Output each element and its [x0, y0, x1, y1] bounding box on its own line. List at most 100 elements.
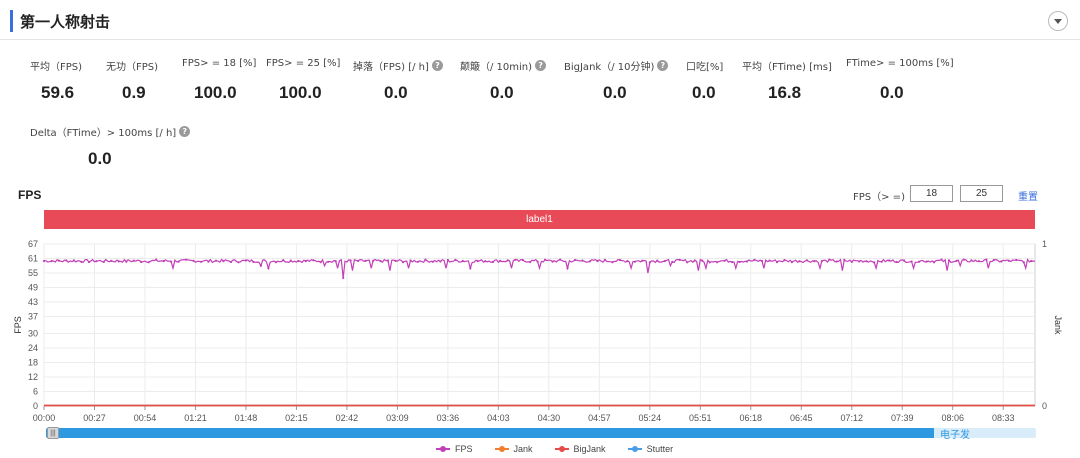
fps-point — [618, 258, 622, 262]
metric-value: 0.0 — [88, 149, 112, 168]
fps-point — [409, 259, 412, 262]
fps-point — [50, 260, 53, 263]
fps-point — [813, 260, 816, 263]
y-tick-label: 30 — [28, 328, 38, 338]
fps-point — [701, 259, 704, 262]
fps-point — [1007, 259, 1010, 262]
y-tick-label: 0 — [33, 401, 38, 411]
metric-value: 0.0 — [880, 83, 904, 102]
fps-point — [469, 267, 472, 270]
fps-point — [185, 258, 188, 261]
fps-point — [559, 258, 562, 261]
metric-fps-ge-18: FPS> = 18 [%] 100.0 — [182, 58, 256, 102]
fps-point — [357, 259, 360, 263]
fps-point — [947, 259, 951, 262]
fps-point — [626, 259, 629, 263]
x-tick-label: 00:27 — [83, 413, 106, 423]
fps-point — [125, 260, 128, 263]
section-header: 第一人称射击 — [10, 8, 110, 34]
legend-item-stutter[interactable]: Stutter — [627, 444, 673, 454]
metric-bigjank: BigJank（/ 10分钟)? 0.0 — [564, 58, 669, 102]
fps-point — [401, 261, 405, 264]
fps-point — [768, 259, 771, 262]
legend-swatch-stutter — [627, 446, 642, 452]
watermark-text: 电子发 — [940, 430, 970, 441]
help-icon[interactable]: ? — [657, 60, 669, 71]
fps-point — [72, 259, 75, 262]
reset-button[interactable]: 重置 — [1018, 188, 1038, 203]
fps-point — [880, 260, 883, 263]
fps-point — [603, 258, 607, 261]
x-tick-label: 08:06 — [941, 413, 964, 423]
fps-point — [573, 258, 577, 262]
fps-point — [394, 259, 397, 262]
fps-section-title: FPS — [18, 188, 42, 202]
legend-item-bigjank[interactable]: BigJank — [554, 444, 606, 454]
fps-point — [274, 261, 277, 264]
fps-point — [304, 260, 307, 263]
y2-tick-label: 1 — [1042, 239, 1047, 249]
legend-label: BigJank — [573, 444, 606, 454]
label-bar[interactable]: label1 — [44, 210, 1035, 229]
fps-point — [932, 261, 936, 264]
fps-chart[interactable]: 0 6 12 18 24 30 37 43 49 55 61 67 0 1 FPS Jank 00:00 00:2… — [0, 233, 1080, 423]
metric-value: 0.0 — [603, 83, 627, 102]
help-icon[interactable]: ? — [431, 60, 443, 71]
fps-point — [873, 261, 876, 264]
collapse-button[interactable] — [1048, 11, 1068, 31]
metric-value: 16.8 — [768, 83, 802, 102]
fps-point — [110, 259, 113, 262]
fps-threshold-input-2[interactable] — [960, 185, 1003, 202]
fps-point — [835, 260, 838, 263]
header-divider — [0, 39, 1080, 40]
help-icon[interactable]: ? — [535, 60, 547, 71]
x-tick-label: 03:36 — [437, 413, 460, 423]
x-tick-label: 01:48 — [235, 413, 258, 423]
y-tick-label: 49 — [28, 283, 38, 293]
metric-value: 0.0 — [692, 83, 716, 102]
fps-point — [334, 260, 337, 263]
x-tick-label: 00:00 — [33, 413, 56, 423]
fps-point — [177, 260, 180, 263]
fps-point — [42, 259, 46, 263]
fps-point — [297, 259, 300, 263]
fps-point — [663, 260, 666, 263]
fps-point — [1022, 261, 1025, 264]
fps-point — [327, 260, 330, 263]
fps-point — [372, 259, 375, 262]
fps-point — [731, 261, 734, 264]
legend-item-jank[interactable]: Jank — [494, 444, 533, 454]
scrollbar-handle[interactable]: ||| — [47, 427, 59, 439]
fps-point — [506, 259, 509, 262]
fps-point — [244, 259, 247, 262]
fps-threshold-input-1[interactable] — [910, 185, 953, 202]
chevron-down-icon — [1054, 18, 1062, 24]
x-tick-label: 08:33 — [992, 413, 1015, 423]
timeline-scrollbar[interactable] — [46, 428, 1036, 438]
fps-point — [200, 260, 203, 263]
metric-value: 0.0 — [490, 83, 514, 102]
title-accent-bar — [10, 10, 13, 32]
y2-tick-label: 0 — [1042, 401, 1047, 411]
fps-point — [379, 260, 382, 263]
metric-jitter-fps: 无功（FPS) 0.9 — [106, 58, 158, 102]
fps-point — [431, 260, 434, 263]
y-tick-label: 61 — [28, 254, 38, 264]
fps-point — [252, 260, 255, 263]
legend-item-fps[interactable]: FPS — [436, 444, 473, 454]
fps-point — [544, 258, 547, 261]
fps-point — [895, 260, 898, 264]
legend-swatch-jank — [494, 446, 509, 452]
fps-point — [207, 260, 210, 263]
x-tick-label: 02:15 — [285, 413, 308, 423]
x-tick-label: 06:45 — [790, 413, 813, 423]
fps-point — [454, 258, 457, 261]
legend-label: FPS — [455, 444, 473, 454]
help-icon[interactable]: ? — [179, 126, 191, 137]
fps-point — [805, 259, 809, 262]
fps-point — [611, 261, 614, 264]
fps-point — [962, 258, 966, 261]
x-tick-label: 05:24 — [639, 413, 662, 423]
fps-point — [229, 260, 233, 264]
fps-point — [267, 267, 270, 270]
